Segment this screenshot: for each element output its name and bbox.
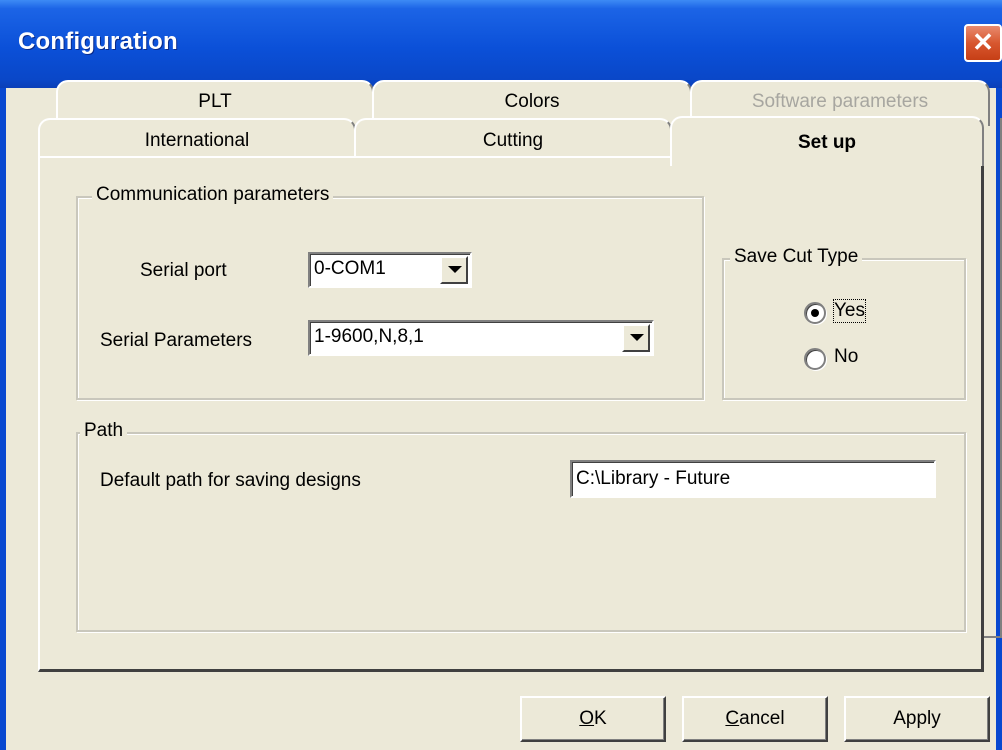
cancel-button[interactable]: Cancel <box>682 696 828 742</box>
set-up-panel: Communication parameters Serial port 0-C… <box>38 156 984 672</box>
chevron-down-icon <box>630 334 644 341</box>
tab-set-up[interactable]: Set up <box>670 116 984 166</box>
serial-parameters-label: Serial Parameters <box>100 330 253 351</box>
save-cut-no-radio[interactable] <box>804 348 826 370</box>
communication-parameters-legend: Communication parameters <box>92 184 334 206</box>
apply-label: Apply <box>893 708 941 729</box>
ok-button[interactable]: OK <box>520 696 666 742</box>
chevron-down-icon <box>448 266 462 273</box>
radio-selected-dot <box>811 309 819 317</box>
default-path-label: Default path for saving designs <box>100 470 361 491</box>
cancel-mnemonic: C <box>725 708 740 729</box>
serial-parameters-select[interactable]: 1-9600,N,8,1 <box>308 320 654 356</box>
save-cut-yes-radio[interactable] <box>804 302 826 324</box>
path-legend: Path <box>80 420 128 442</box>
serial-port-label: Serial port <box>140 260 227 281</box>
communication-parameters-group: Communication parameters Serial port 0-C… <box>76 184 704 400</box>
save-cut-type-legend: Save Cut Type <box>730 246 863 268</box>
tab-label: Set up <box>797 132 857 153</box>
save-cut-no-label[interactable]: No <box>834 346 858 368</box>
serial-port-value: 0-COM1 <box>314 258 386 279</box>
default-path-input[interactable]: C:\Library - Future <box>570 460 936 498</box>
save-cut-type-group: Save Cut Type Yes No <box>722 246 966 400</box>
configuration-dialog: Configuration ✕ PLT Colors Software para… <box>0 0 1002 750</box>
serial-parameters-value: 1-9600,N,8,1 <box>314 326 424 347</box>
title-bar[interactable]: Configuration ✕ <box>0 0 1002 88</box>
close-icon: ✕ <box>972 27 994 57</box>
ok-label-rest: K <box>594 708 607 729</box>
window-title: Configuration <box>18 28 178 55</box>
save-cut-yes-label[interactable]: Yes <box>833 299 866 323</box>
tab-label: Colors <box>504 91 560 112</box>
serial-port-dropdown-button[interactable] <box>440 256 468 284</box>
cancel-label-rest: ancel <box>739 708 785 729</box>
close-button[interactable]: ✕ <box>964 24 1002 62</box>
serial-port-select[interactable]: 0-COM1 <box>308 252 472 288</box>
apply-button[interactable]: Apply <box>844 696 990 742</box>
default-path-value: C:\Library - Future <box>576 468 731 489</box>
ok-mnemonic: O <box>579 708 595 729</box>
path-group: Path Default path for saving designs C:\… <box>76 420 966 632</box>
tab-label: PLT <box>198 91 232 112</box>
serial-parameters-dropdown-button[interactable] <box>622 324 650 352</box>
